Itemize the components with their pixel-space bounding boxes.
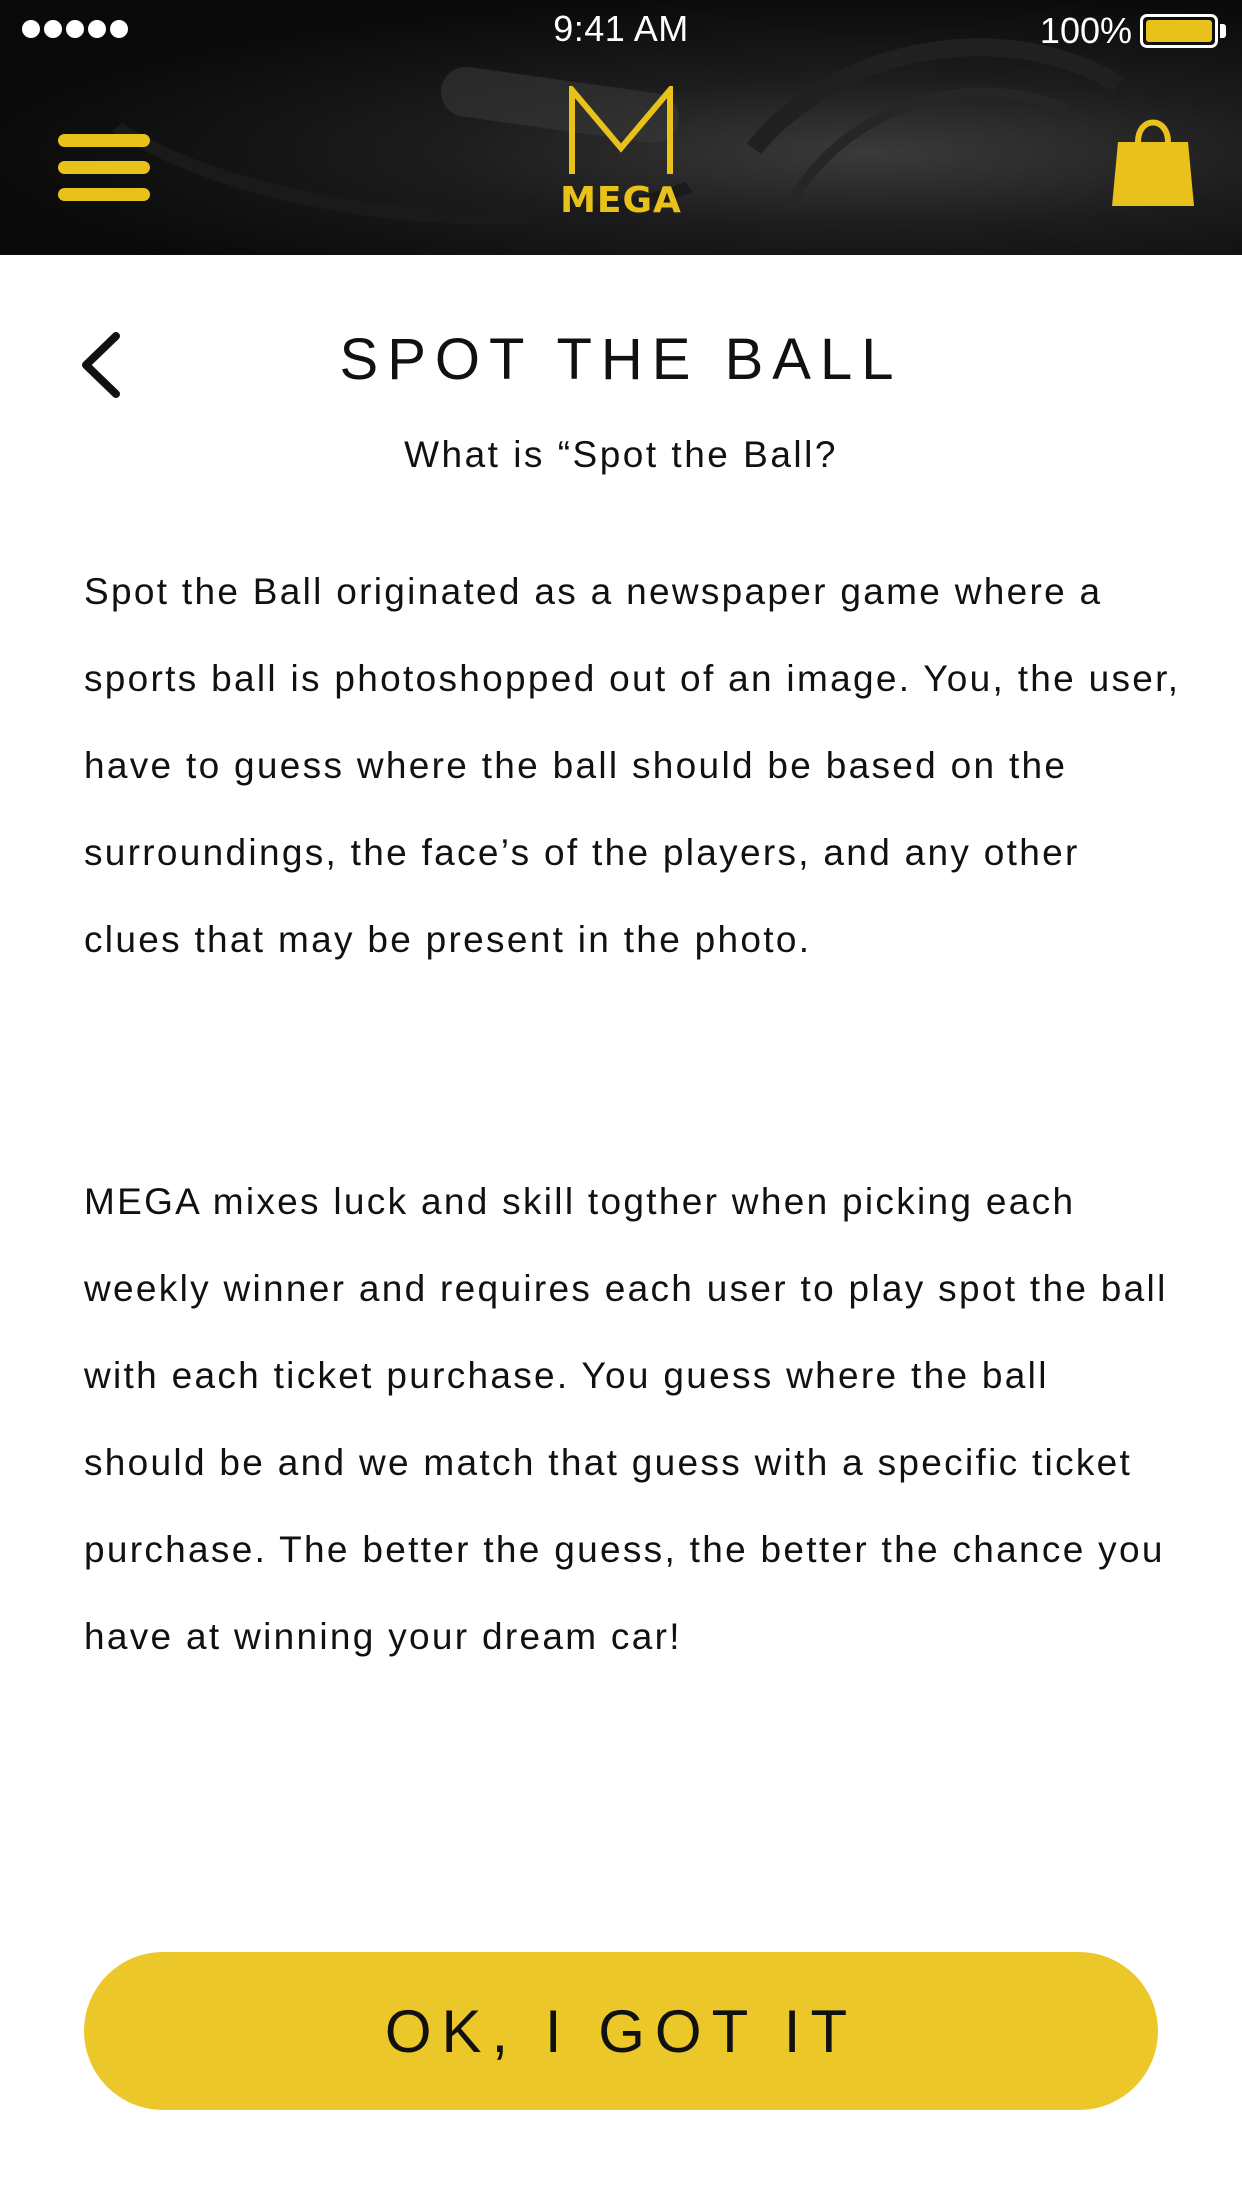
logo-m-icon <box>569 86 673 174</box>
logo-text: MEGA <box>560 180 682 221</box>
battery-terminal <box>1220 24 1226 38</box>
page-title: SPOT THE BALL <box>339 327 903 392</box>
description-paragraph-1: Spot the Ball originated as a newspaper … <box>84 571 1181 960</box>
ok-got-it-button[interactable]: OK, I GOT IT <box>84 1952 1158 2110</box>
status-bar: 9:41 AM 100% <box>0 0 1242 62</box>
description-paragraph-2: MEGA mixes luck and skill togther when p… <box>84 1181 1168 1657</box>
battery-percentage: 100% <box>1039 10 1132 51</box>
hamburger-menu-icon[interactable] <box>58 134 150 206</box>
battery-icon <box>1140 14 1218 48</box>
shopping-bag-icon[interactable] <box>1110 112 1196 208</box>
page-subtitle: What is “Spot the Ball? <box>404 434 838 475</box>
app-header: 9:41 AM 100% MEGA <box>0 0 1242 255</box>
mega-logo[interactable]: MEGA <box>540 86 702 221</box>
